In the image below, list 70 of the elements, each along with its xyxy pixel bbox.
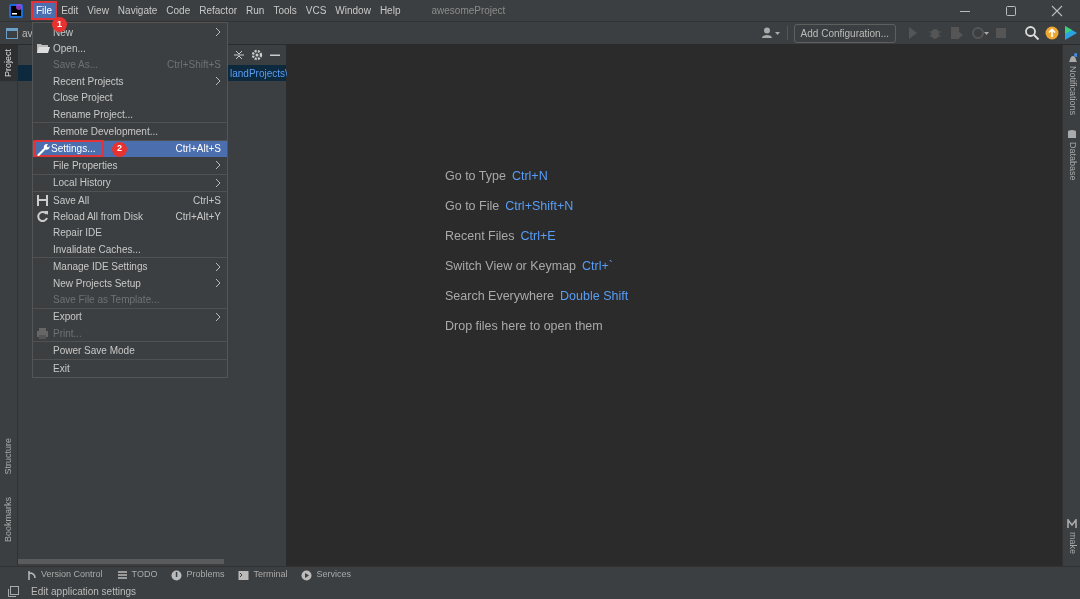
breadcrumb-project[interactable]: av: [22, 25, 33, 41]
tool-window-tab[interactable]: Database: [1063, 125, 1080, 185]
add-configuration-button[interactable]: Add Configuration...: [793, 23, 896, 43]
user-icon[interactable]: [760, 27, 781, 39]
tool-window-button[interactable]: Version Control: [26, 568, 103, 582]
menu-item[interactable]: New Projects Setup: [33, 274, 227, 292]
editor-hint: Go to Type Ctrl+N: [445, 168, 549, 185]
menu-item[interactable]: Power Save Mode: [33, 342, 227, 359]
collapse-all-icon[interactable]: [232, 48, 246, 62]
window-title: awesomeProject: [431, 4, 506, 18]
menu-item[interactable]: Manage IDE Settings: [33, 258, 227, 275]
menu-bar-item[interactable]: VCS: [301, 2, 331, 19]
status-text: Edit application settings: [31, 584, 137, 599]
horizontal-scrollbar[interactable]: [18, 559, 224, 564]
database-icon: [1067, 129, 1077, 140]
play-circle-icon: [301, 569, 313, 581]
step-number-badge: 2: [112, 141, 127, 157]
menu-bar-item[interactable]: Refactor: [195, 2, 242, 19]
tool-window-tab[interactable]: Notifications: [1063, 49, 1080, 120]
tool-window-button[interactable]: Terminal: [238, 568, 288, 582]
search-icon[interactable]: [1022, 23, 1042, 43]
menu-item[interactable]: Close Project: [33, 89, 227, 106]
refresh-icon: [36, 210, 50, 224]
menu-bar-item[interactable]: Code: [162, 2, 195, 19]
window-icon: [6, 27, 18, 39]
menu-item[interactable]: Reload All from Disk Ctrl+Alt+Y: [33, 208, 227, 225]
editor-hint: Search Everywhere Double Shift: [445, 288, 630, 305]
menu-bar-item[interactable]: Edit: [57, 2, 83, 19]
tool-window-button[interactable]: TODO: [116, 568, 158, 582]
menu-bar-item[interactable]: Run: [242, 2, 269, 19]
menu-item[interactable]: Exit: [33, 359, 227, 377]
menu-item[interactable]: Invalidate Caches...: [33, 241, 227, 258]
editor-hint: Go to File Ctrl+Shift+N: [445, 198, 575, 215]
menu-bar-item[interactable]: Navigate: [113, 2, 162, 19]
tool-window-tab[interactable]: Bookmarks: [0, 493, 18, 546]
list-icon: [116, 569, 128, 581]
tool-window-button[interactable]: Services: [301, 568, 351, 582]
menu-bar-item[interactable]: View: [83, 2, 113, 19]
folder-icon: [36, 42, 50, 56]
m-letter-icon: [1067, 519, 1077, 529]
menu-item[interactable]: Recent Projects: [33, 73, 227, 90]
editor-hint: Drop files here to open them: [445, 318, 604, 335]
menu-item[interactable]: Settings... 2 Ctrl+Alt+S: [33, 140, 227, 158]
menu-item[interactable]: Open...: [33, 40, 227, 57]
menu-item[interactable]: Export: [33, 308, 227, 326]
annotation-highlight: Settings...: [35, 141, 104, 157]
tool-window-tab[interactable]: make: [1063, 515, 1080, 558]
tool-window-tab[interactable]: Structure: [0, 434, 18, 479]
menu-bar-item[interactable]: Tools: [269, 2, 301, 19]
menu-item[interactable]: Repair IDE: [33, 224, 227, 242]
bell-icon: [1067, 53, 1077, 63]
tool-window-tab[interactable]: Project: [0, 45, 18, 81]
menu-item[interactable]: Save All Ctrl+S: [33, 191, 227, 209]
editor-hint: Switch View or Keymap Ctrl+`: [445, 258, 614, 275]
terminal-icon: [238, 569, 250, 581]
app-logo-icon[interactable]: [8, 2, 24, 19]
wrench-icon: [36, 142, 50, 156]
menu-item[interactable]: Local History: [33, 174, 227, 191]
menu-bar-item[interactable]: Help: [375, 2, 405, 19]
menu-bar-item[interactable]: Window: [331, 2, 375, 19]
tool-window-button[interactable]: Problems: [171, 568, 225, 582]
panel-toggle-icon[interactable]: [8, 585, 19, 597]
menu-item[interactable]: Rename Project...: [33, 105, 227, 123]
menu-bar-item[interactable]: File: [32, 2, 57, 19]
menu-item[interactable]: File Properties: [33, 157, 227, 174]
editor-hint: Recent Files Ctrl+E: [445, 228, 557, 245]
printer-icon: [36, 327, 50, 341]
menu-item[interactable]: Remote Development...: [33, 123, 227, 140]
info-icon: [171, 569, 183, 581]
settings-icon[interactable]: [250, 48, 264, 62]
